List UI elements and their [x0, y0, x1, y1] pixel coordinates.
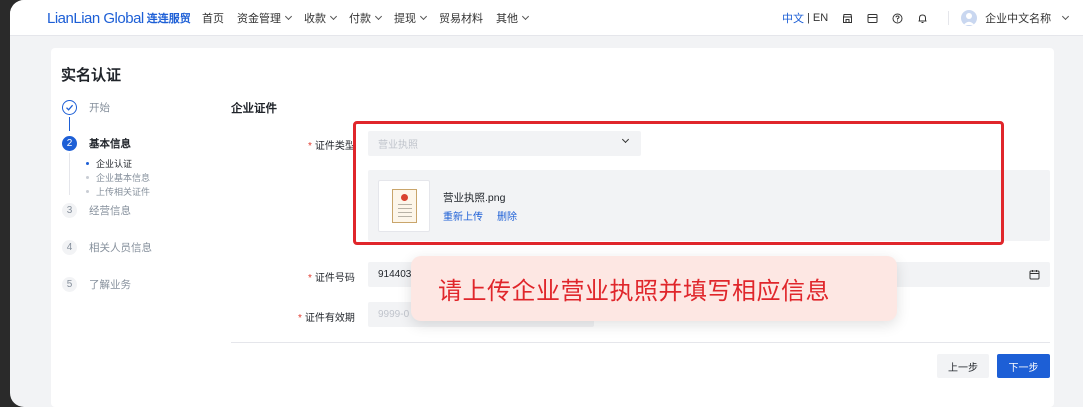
menu-item-fund-management[interactable]: 资金管理 — [237, 10, 293, 26]
calendar-icon[interactable] — [1029, 269, 1040, 283]
logo-chinese-text: 连连服贸 — [146, 13, 191, 25]
substep-upload-documents[interactable]: 上传相关证件 — [86, 185, 150, 198]
chevron-down-icon — [374, 12, 383, 21]
top-navigation: LianLian Global 连连服贸 首页 资金管理 收款 付款 提现 贸易… — [10, 0, 1083, 36]
step-basic-info[interactable]: 2 基本信息 — [62, 136, 131, 151]
section-title: 企业证件 — [231, 103, 277, 115]
check-icon — [62, 100, 77, 115]
step-number: 5 — [62, 277, 77, 292]
step-number: 2 — [62, 136, 77, 151]
step-label: 基本信息 — [89, 138, 131, 150]
substep-connector — [69, 153, 70, 195]
step-label: 经营信息 — [89, 205, 131, 217]
highlight-box — [353, 121, 1004, 245]
menu-item-pay[interactable]: 付款 — [349, 10, 383, 26]
tooltip-text: 请上传企业营业执照并填写相应信息 — [438, 278, 830, 305]
substep-dot — [86, 176, 89, 179]
step-business-info[interactable]: 3 经营信息 — [62, 203, 131, 218]
step-number: 3 — [62, 203, 77, 218]
menu-item-receive[interactable]: 收款 — [304, 10, 338, 26]
validity-label: * 证件有效期 — [298, 313, 355, 324]
next-step-button[interactable]: 下一步 — [997, 354, 1050, 378]
logo[interactable]: LianLian Global 连连服贸 — [47, 9, 191, 27]
menu-item-trade-materials[interactable]: 贸易材料 — [439, 10, 483, 26]
main-menu: 首页 资金管理 收款 付款 提现 贸易材料 其他 — [202, 0, 541, 36]
header-divider — [948, 11, 950, 25]
language-chinese[interactable]: 中文 — [782, 10, 804, 26]
step-understand-business[interactable]: 5 了解业务 — [62, 277, 131, 292]
doc-number-label: * 证件号码 — [308, 273, 355, 284]
chevron-down-icon — [284, 12, 293, 21]
instruction-tooltip: 请上传企业营业执照并填写相应信息 — [411, 256, 897, 321]
step-label: 开始 — [89, 102, 110, 114]
step-related-persons[interactable]: 4 相关人员信息 — [62, 240, 152, 255]
chevron-down-icon[interactable] — [1062, 12, 1070, 21]
language-separator: | — [807, 12, 810, 24]
bell-icon[interactable] — [916, 12, 928, 24]
help-icon[interactable] — [891, 12, 903, 24]
prev-step-button[interactable]: 上一步 — [937, 354, 989, 378]
step-label: 了解业务 — [89, 279, 131, 291]
substep-dot — [86, 162, 89, 165]
app-screen: LianLian Global 连连服贸 首页 资金管理 收款 付款 提现 贸易… — [10, 0, 1083, 407]
menu-item-withdraw[interactable]: 提现 — [394, 10, 428, 26]
step-label: 相关人员信息 — [89, 242, 152, 254]
chevron-down-icon — [419, 12, 428, 21]
chevron-down-icon — [521, 12, 530, 21]
shop-icon[interactable] — [841, 12, 853, 24]
step-number: 4 — [62, 240, 77, 255]
substep-company-basic-info[interactable]: 企业基本信息 — [86, 171, 150, 184]
page-title: 实名认证 — [61, 67, 122, 84]
step-connector — [69, 117, 70, 131]
menu-item-other[interactable]: 其他 — [496, 10, 530, 26]
menu-item-home[interactable]: 首页 — [202, 10, 224, 26]
header-tools: 中文 | EN 企业中文名称 — [782, 0, 1070, 36]
doc-type-label: * 证件类型 — [308, 141, 355, 152]
language-english[interactable]: EN — [813, 12, 828, 24]
substep-company-verification[interactable]: 企业认证 — [86, 157, 132, 170]
logo-text: LianLian Global — [47, 9, 144, 27]
avatar[interactable] — [961, 10, 978, 26]
step-start[interactable]: 开始 — [62, 100, 110, 115]
substep-dot — [86, 190, 89, 193]
chevron-down-icon — [329, 12, 338, 21]
user-name[interactable]: 企业中文名称 — [985, 10, 1051, 26]
wallet-icon[interactable] — [866, 12, 878, 24]
form-divider — [231, 342, 1050, 343]
